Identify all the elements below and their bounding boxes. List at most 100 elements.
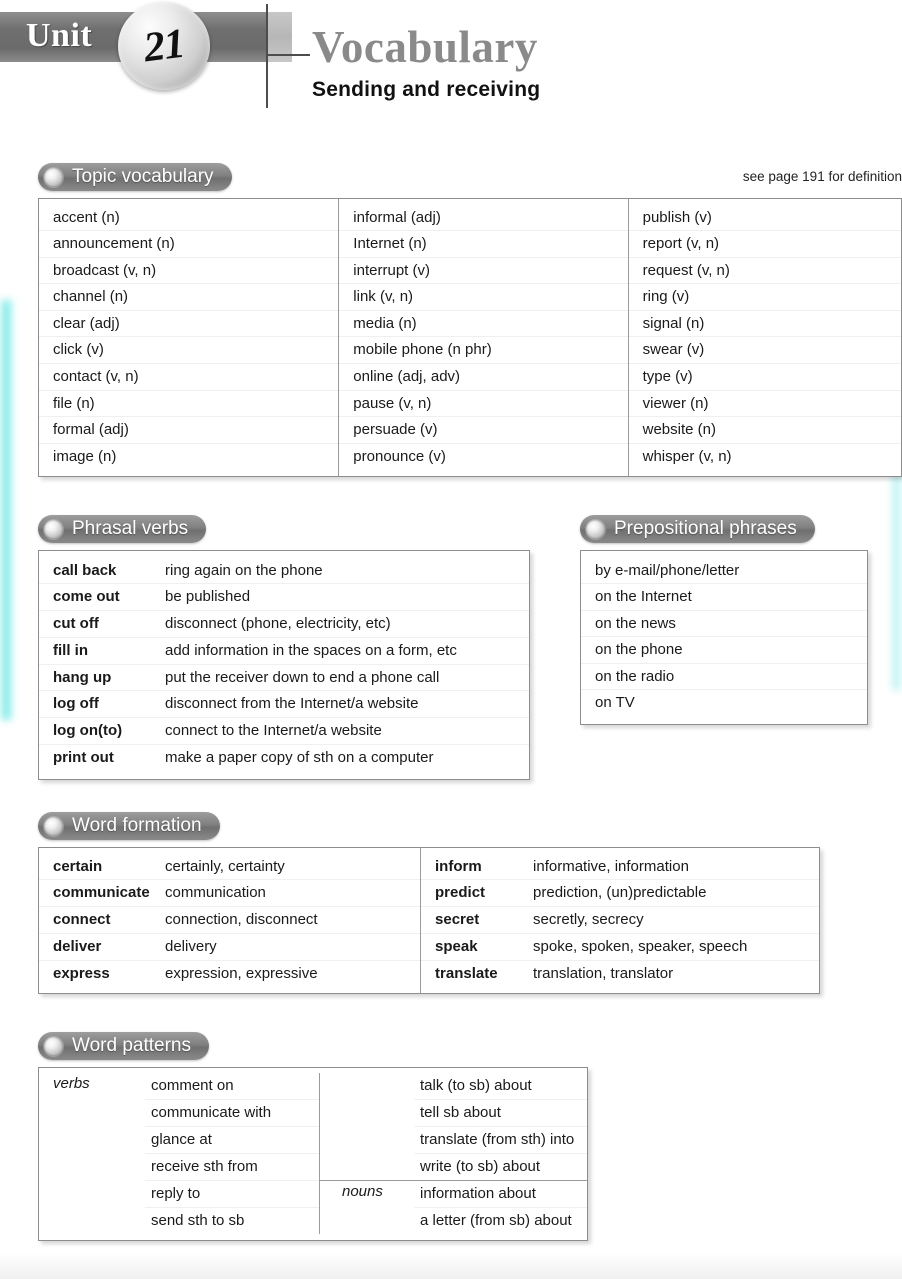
section-heading-phrasal-verbs: Phrasal verbs — [38, 515, 207, 543]
word-formation-forms: delivery — [165, 937, 217, 955]
vocab-item: clear (adj) — [39, 311, 339, 338]
vocab-item: contact (v, n) — [39, 364, 339, 391]
topic-vocabulary-table: accent (n) announcement (n) broadcast (v… — [38, 197, 902, 478]
word-patterns-tag-nouns: nouns — [342, 1182, 383, 1200]
section-heading-topic-vocabulary: Topic vocabulary — [38, 163, 232, 191]
vocab-item: mobile phone (n phr) — [339, 337, 628, 365]
list-item: information about — [414, 1181, 587, 1208]
phrasal-verb-term: hang up — [53, 668, 112, 686]
word-formation-term: speak — [435, 937, 478, 955]
scan-artifact-left — [0, 300, 14, 720]
list-item: on TV — [595, 694, 635, 712]
page-title: Vocabulary — [312, 22, 538, 72]
phrasal-verb-definition: add information in the spaces on a form,… — [165, 641, 457, 659]
prepositional-phrases-table: by e-mail/phone/letter on the Internet o… — [580, 549, 868, 726]
header-divider-horizontal — [266, 54, 310, 56]
word-formation-term: predict — [435, 884, 486, 902]
table-row: certain certainly, certainty — [39, 854, 421, 881]
section-heading-label: Prepositional phrases — [614, 518, 797, 539]
vocab-item: Internet (n) — [339, 231, 628, 258]
section-heading-prepositional-phrases: Prepositional phrases — [580, 515, 815, 543]
table-row: speak spoke, spoken, speaker, speech — [421, 934, 819, 961]
word-formation-column-left: certain certainly, certainty communicate… — [39, 848, 421, 994]
list-item: reply to — [145, 1181, 319, 1208]
phrasal-verb-term: log off — [53, 695, 99, 713]
list-item: on the radio — [581, 664, 867, 691]
phrasal-verb-definition: disconnect (phone, electricity, etc) — [165, 615, 391, 633]
vocab-item: online (adj, adv) — [339, 364, 628, 391]
word-formation-forms: spoke, spoken, speaker, speech — [533, 937, 748, 955]
word-patterns-right: talk (to sb) about tell sb about transla… — [319, 1072, 587, 1234]
list-item: on the phone — [581, 637, 867, 664]
list-item: tell sb about — [414, 1100, 587, 1127]
vocab-item: report (v, n) — [628, 231, 901, 258]
vocab-item: link (v, n) — [339, 284, 628, 311]
bullet-icon — [44, 167, 63, 187]
list-item: communicate with — [145, 1100, 319, 1127]
vocab-item: announcement (n) — [39, 231, 339, 258]
word-formation-table: certain certainly, certainty communicate… — [38, 846, 820, 995]
table-row: secret secretly, secrecy — [421, 907, 819, 934]
section-heading-label: Topic vocabulary — [72, 166, 214, 187]
section-topic-vocabulary: Topic vocabulary see page 191 for defini… — [38, 163, 902, 478]
vocab-item: file (n) — [39, 391, 339, 418]
scan-artifact-bottom — [0, 1253, 902, 1279]
list-item: on the news — [581, 611, 867, 638]
phrasal-verb-term: come out — [53, 588, 120, 606]
vocab-item: broadcast (v, n) — [39, 258, 339, 285]
list-item: glance at — [145, 1127, 319, 1154]
phrasal-verb-definition: ring again on the phone — [165, 561, 323, 579]
vocab-item: informal (adj) — [339, 205, 628, 232]
vocab-item: whisper (v, n) — [642, 447, 732, 465]
list-item: on the Internet — [581, 584, 867, 611]
table-row: fill in add information in the spaces on… — [39, 638, 529, 665]
unit-number: 21 — [141, 20, 187, 72]
unit-label: Unit — [26, 17, 93, 54]
phrasal-verb-definition: connect to the Internet/a website — [165, 722, 382, 740]
section-word-formation: Word formation certain certainly, certai… — [38, 812, 828, 995]
word-formation-forms: expression, expressive — [165, 964, 318, 982]
table-row: log on(to) connect to the Internet/a web… — [39, 718, 529, 746]
vocab-item: image (n) — [53, 447, 117, 465]
header-divider-vertical — [266, 4, 268, 108]
vocab-item: accent (n) — [39, 205, 339, 232]
section-heading-word-formation: Word formation — [38, 812, 220, 840]
section-heading-label: Word patterns — [72, 1035, 191, 1056]
phrasal-verb-definition: disconnect from the Internet/a website — [165, 695, 419, 713]
phrasal-verb-definition: put the receiver down to end a phone cal… — [165, 668, 440, 686]
phrasal-verb-definition: make a paper copy of sth on a computer — [165, 749, 434, 767]
word-patterns-tag-verbs: verbs — [53, 1074, 90, 1092]
table-row: connect connection, disconnect — [39, 907, 421, 934]
word-patterns-noun-list: information about a letter (from sb) abo… — [414, 1181, 587, 1234]
list-item: talk (to sb) about — [414, 1073, 587, 1100]
vocab-item: persuade (v) — [339, 417, 628, 444]
word-formation-forms: certainly, certainty — [165, 857, 285, 875]
list-item: by e-mail/phone/letter — [581, 558, 867, 585]
list-item: send sth to sb — [151, 1211, 245, 1229]
word-formation-term: secret — [435, 911, 480, 929]
word-formation-forms: connection, disconnect — [165, 911, 318, 929]
word-formation-term: express — [53, 964, 110, 982]
vocab-item: viewer (n) — [628, 391, 901, 418]
vocab-item: type (v) — [628, 364, 901, 391]
vocab-item: click (v) — [39, 337, 339, 365]
word-formation-forms: translation, translator — [533, 964, 674, 982]
word-formation-term: certain — [53, 857, 103, 875]
word-patterns-tag-empty — [320, 1073, 414, 1180]
table-row: predict prediction, (un)predictable — [421, 880, 819, 908]
bullet-icon — [44, 1036, 63, 1056]
vocab-item: ring (v) — [628, 284, 901, 311]
table-row: express expression, expressive — [39, 961, 420, 987]
word-formation-term: translate — [435, 964, 498, 982]
table-row: hang up put the receiver down to end a p… — [39, 665, 529, 692]
word-patterns-verbs-continued: talk (to sb) about tell sb about transla… — [320, 1073, 587, 1180]
vocab-item: publish (v) — [628, 205, 901, 232]
vocab-item: swear (v) — [628, 337, 901, 365]
vocab-item: pause (v, n) — [339, 391, 628, 418]
word-patterns-verb-list: comment on communicate with glance at re… — [145, 1073, 319, 1234]
unit-number-badge: 21 — [118, 2, 210, 90]
list-item: translate (from sth) into — [414, 1127, 587, 1154]
word-formation-forms: prediction, (un)predictable — [533, 884, 707, 902]
table-row: print out make a paper copy of sth on a … — [39, 745, 529, 771]
word-formation-term: inform — [435, 857, 482, 875]
